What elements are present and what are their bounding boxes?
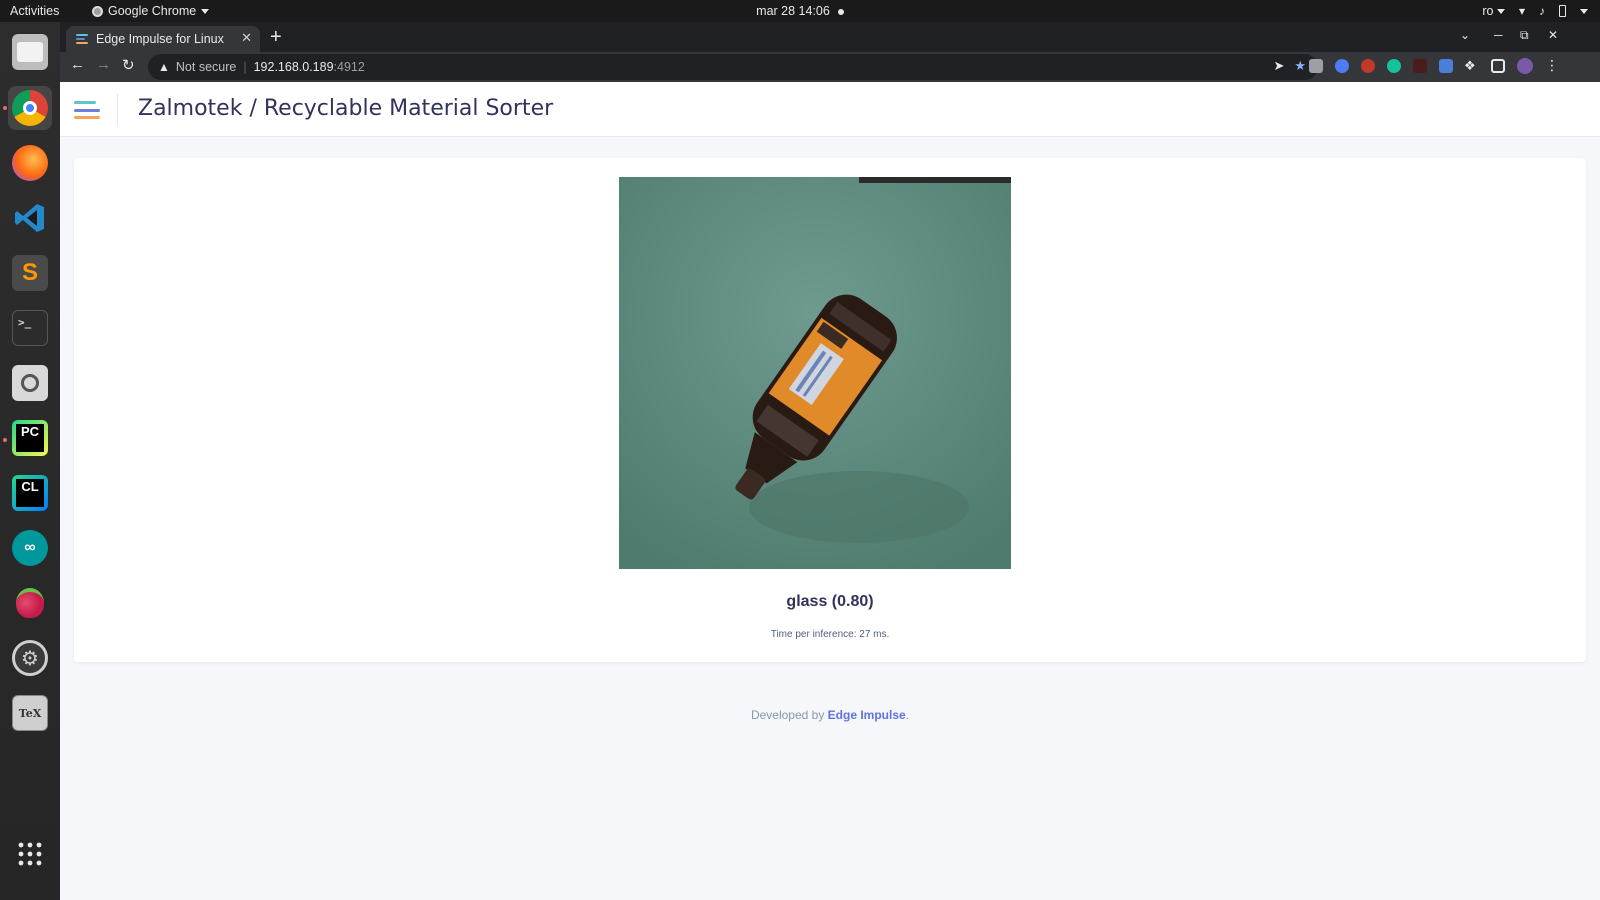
dock-pycharm[interactable]: PC <box>8 416 52 460</box>
side-panel-icon[interactable] <box>1491 59 1505 73</box>
chevron-down-icon <box>1496 9 1505 15</box>
forward-arrow-icon[interactable]: → <box>96 56 111 73</box>
extension-ublock-icon[interactable] <box>1361 59 1375 73</box>
chrome-icon <box>12 90 48 126</box>
dock-texmaker[interactable]: TeX <box>8 691 52 735</box>
dock-terminal[interactable]: >_ <box>8 306 52 350</box>
magnifier-icon <box>12 365 48 401</box>
bookmark-star-icon[interactable]: ★ <box>1294 58 1306 74</box>
profile-avatar[interactable] <box>1517 58 1533 74</box>
gear-icon: ⚙ <box>12 640 48 676</box>
header-divider <box>117 94 118 125</box>
folder-icon <box>12 34 48 70</box>
dock-vscode[interactable] <box>8 196 52 240</box>
texmaker-icon: TeX <box>12 695 48 731</box>
sublime-icon: S <box>12 255 48 291</box>
chevron-down-icon <box>201 8 210 14</box>
extension-screenshot-icon[interactable] <box>1309 59 1323 73</box>
classification-result: glass (0.80) <box>786 593 874 610</box>
minimize-icon[interactable]: ─ <box>1494 28 1503 42</box>
reload-icon[interactable]: ↻ <box>122 56 135 74</box>
firefox-icon <box>12 145 48 181</box>
wifi-icon[interactable]: ▾ <box>1519 4 1525 18</box>
dock-files[interactable] <box>8 30 52 74</box>
dock-search[interactable] <box>8 361 52 405</box>
activities-button[interactable]: Activities <box>10 4 59 18</box>
send-tab-icon[interactable]: ➤ <box>1273 58 1284 74</box>
page-footer: Developed by Edge Impulse. <box>60 708 1600 722</box>
browser-tab[interactable]: Edge Impulse for Linux ✕ <box>66 26 260 52</box>
clock[interactable]: mar 28 14:06 <box>756 4 844 18</box>
browser-toolbar: ← → ↻ ▲ Not secure | 192.168.0.189:4912 … <box>60 52 1600 82</box>
volume-icon[interactable]: ♪ <box>1539 4 1545 18</box>
chrome-small-icon <box>92 5 103 17</box>
inference-timing: Time per inference: 27 ms. <box>770 629 890 640</box>
grid-icon <box>18 842 42 866</box>
url-host: 192.168.0.189 <box>253 60 334 74</box>
terminal-icon: >_ <box>12 310 48 346</box>
extension-translate-icon[interactable] <box>1439 59 1453 73</box>
extensions-puzzle-icon[interactable]: ❖ <box>1464 58 1476 74</box>
dock-raspberry[interactable] <box>8 581 52 625</box>
dock: S >_ PC CL ∞ ⚙ TeX <box>0 22 60 900</box>
system-top-bar: Activities Google Chrome mar 28 14:06 ro… <box>0 0 1600 22</box>
more-menu-icon[interactable]: ⋮ <box>1545 57 1559 74</box>
edge-impulse-logo-icon[interactable] <box>74 101 100 119</box>
camera-image-bottle <box>619 177 1011 569</box>
raspberry-icon <box>12 585 48 621</box>
page-header: Zalmotek / Recyclable Material Sorter <box>60 82 1600 137</box>
close-window-icon[interactable]: ✕ <box>1548 28 1558 42</box>
address-bar[interactable]: ▲ Not secure | 192.168.0.189:4912 ➤ ★ <box>148 54 1318 80</box>
warning-triangle-icon: ▲ <box>158 60 170 74</box>
extension-shield-icon[interactable] <box>1335 59 1349 73</box>
clock-label: mar 28 14:06 <box>756 4 830 18</box>
footer-suffix: . <box>905 708 910 722</box>
keyboard-layout-label: ro <box>1482 4 1494 18</box>
edge-impulse-favicon-icon <box>76 34 88 44</box>
dock-arduino[interactable]: ∞ <box>8 526 52 570</box>
arduino-icon: ∞ <box>12 530 48 566</box>
restore-icon[interactable]: ⧉ <box>1520 28 1529 43</box>
inference-card: glass (0.80) Time per inference: 27 ms. <box>74 158 1586 662</box>
dock-settings[interactable]: ⚙ <box>8 636 52 680</box>
footer-prefix: Developed by <box>750 708 828 722</box>
keyboard-layout[interactable]: ro <box>1482 4 1505 18</box>
web-page: Zalmotek / Recyclable Material Sorter gl… <box>60 82 1600 900</box>
dock-chrome[interactable] <box>8 86 52 130</box>
vscode-icon <box>12 200 48 236</box>
page-title: Zalmotek / Recyclable Material Sorter <box>138 96 554 121</box>
dock-clion[interactable]: CL <box>8 471 52 515</box>
running-indicator-icon <box>3 438 7 442</box>
tab-title: Edge Impulse for Linux <box>96 32 224 46</box>
dock-sublime[interactable]: S <box>8 251 52 295</box>
system-menu-chevron-icon[interactable] <box>1580 8 1588 14</box>
camera-frame <box>619 177 1011 569</box>
app-menu[interactable]: Google Chrome <box>92 4 210 18</box>
back-arrow-icon[interactable]: ← <box>70 56 85 73</box>
extension-grammarly-icon[interactable] <box>1387 59 1401 73</box>
address-separator: | <box>243 60 247 74</box>
url-port: :4912 <box>333 60 365 74</box>
close-tab-icon[interactable]: ✕ <box>241 30 252 46</box>
notification-dot-icon <box>837 8 844 15</box>
tab-search-chevron-icon[interactable]: ⌄ <box>1460 28 1470 42</box>
security-label[interactable]: Not secure <box>176 60 236 74</box>
app-menu-label: Google Chrome <box>108 4 197 18</box>
new-tab-button[interactable]: + <box>270 26 282 48</box>
pycharm-icon: PC <box>12 420 48 456</box>
show-apps-button[interactable] <box>8 832 52 876</box>
tab-strip: Edge Impulse for Linux ✕ + ⌄ ─ ⧉ ✕ <box>60 22 1600 52</box>
dock-firefox[interactable] <box>8 141 52 185</box>
running-indicator-icon <box>3 106 7 110</box>
extension-dark-icon[interactable] <box>1413 59 1427 73</box>
edge-impulse-link[interactable]: Edge Impulse <box>828 708 906 722</box>
clion-icon: CL <box>12 475 48 511</box>
battery-icon[interactable] <box>1559 5 1566 17</box>
